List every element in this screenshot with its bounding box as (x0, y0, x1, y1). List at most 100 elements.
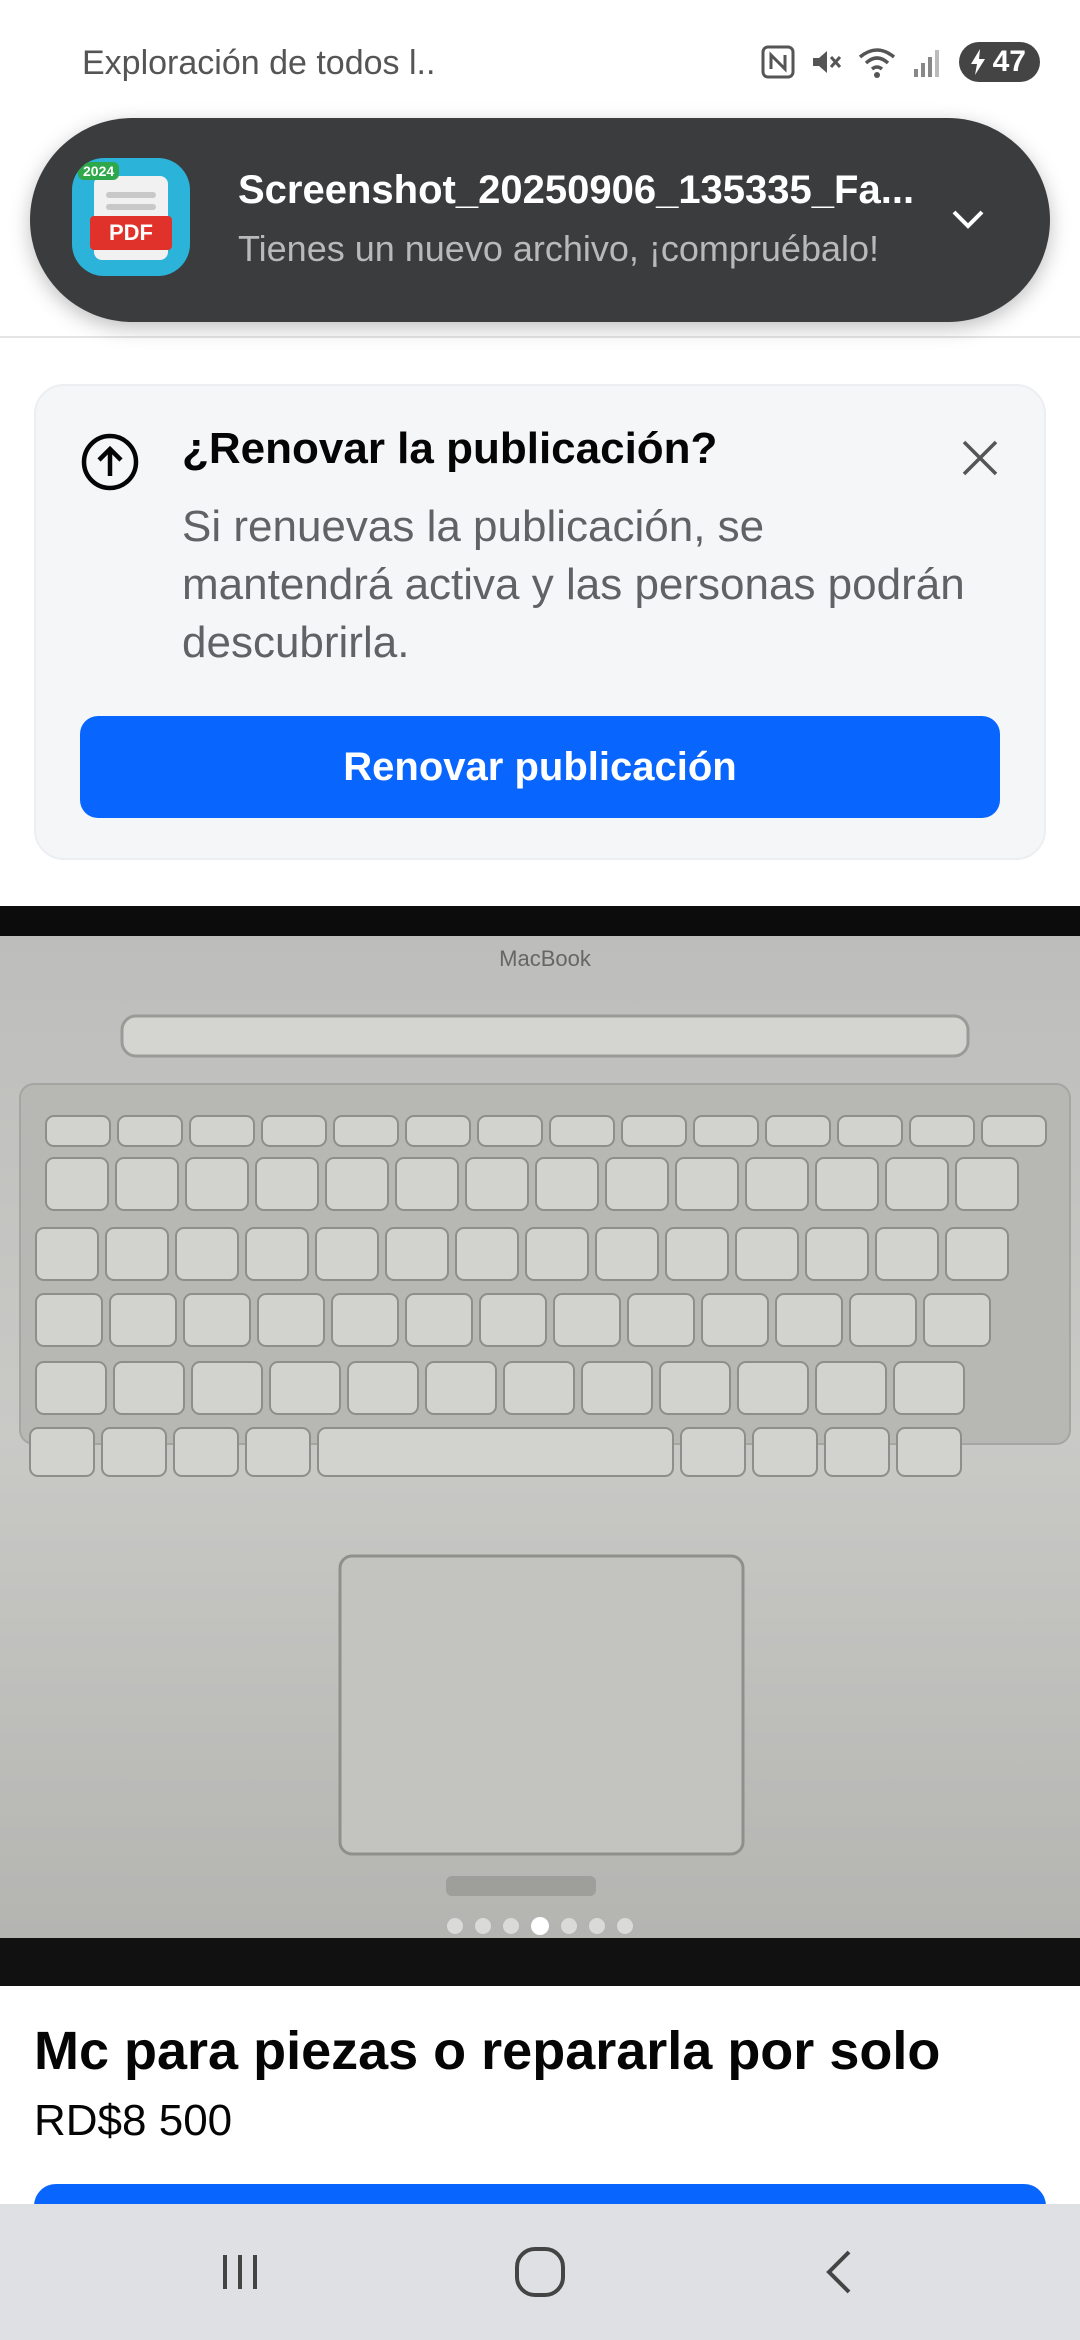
battery-level: 47 (992, 45, 1026, 78)
keyboard-key (553, 1293, 621, 1347)
keyboard-key (675, 1157, 739, 1211)
keyboard-key (245, 1227, 309, 1281)
keyboard-key (737, 1361, 809, 1415)
keyboard-key (245, 1427, 311, 1477)
keyboard-key (109, 1293, 177, 1347)
carousel-dot (503, 1918, 519, 1934)
renew-listing-card: ¿Renovar la publicación? Si renuevas la … (34, 384, 1046, 860)
keyboard-key (465, 1157, 529, 1211)
keyboard-key (35, 1293, 103, 1347)
back-button[interactable] (780, 2204, 900, 2340)
keyboard-key (45, 1115, 111, 1147)
keyboard-key (535, 1157, 599, 1211)
keyboard-key (347, 1361, 419, 1415)
keyboard-key (115, 1157, 179, 1211)
recent-apps-button[interactable] (180, 2204, 300, 2340)
keyboard-key (665, 1227, 729, 1281)
renew-title: ¿Renovar la publicación? (182, 424, 718, 473)
keyboard-key (824, 1427, 890, 1477)
keyboard-key (325, 1157, 389, 1211)
keyboard-key (183, 1293, 251, 1347)
keyboard-key (849, 1293, 917, 1347)
status-icons: 47 (761, 40, 1040, 84)
keyboard-key (752, 1427, 818, 1477)
keyboard-key (955, 1157, 1019, 1211)
keyboard-key (477, 1115, 543, 1147)
keyboard-key (405, 1115, 471, 1147)
carousel-dot (617, 1918, 633, 1934)
screen: Exploración de todos l.. 47 PDF 2024 Scr… (0, 0, 1080, 2340)
charging-icon (970, 49, 985, 75)
keyboard-key (255, 1157, 319, 1211)
keyboard-key (333, 1115, 399, 1147)
keyboard-key (605, 1157, 669, 1211)
keyboard-key (315, 1227, 379, 1281)
keyboard-key (269, 1361, 341, 1415)
keyboard-key (775, 1293, 843, 1347)
nfc-icon (761, 45, 795, 79)
keyboard-key (701, 1293, 769, 1347)
keyboard-key (581, 1361, 653, 1415)
keyboard-key (893, 1361, 965, 1415)
keyboard-key (189, 1115, 255, 1147)
notification-title: Screenshot_20250906_135335_Fa... (238, 168, 915, 212)
carousel-dot (531, 1917, 549, 1935)
keyboard-key (113, 1361, 185, 1415)
renew-description: Si renuevas la publicación, se mantendrá… (182, 502, 965, 667)
document-line (106, 192, 156, 198)
pdf-tag: PDF (90, 216, 172, 250)
keyboard-key (101, 1427, 167, 1477)
home-button[interactable] (480, 2204, 600, 2340)
renew-listing-button[interactable]: Renovar publicación (80, 716, 1000, 818)
keyboard-key (621, 1115, 687, 1147)
status-notification-text: Exploración de todos l.. (82, 44, 436, 82)
home-icon (515, 2247, 565, 2297)
keyboard-key (257, 1293, 325, 1347)
keyboard-key (923, 1293, 991, 1347)
keyboard-key (815, 1361, 887, 1415)
file-notification[interactable]: PDF 2024 Screenshot_20250906_135335_Fa..… (30, 118, 1050, 322)
keyboard-key (29, 1427, 95, 1477)
keyboard-key (815, 1157, 879, 1211)
carousel-dot (561, 1918, 577, 1934)
battery-indicator: 47 (958, 42, 1040, 82)
macbook-brand-text: MacBook (499, 946, 592, 971)
chevron-down-icon[interactable] (948, 198, 988, 238)
status-bar: Exploración de todos l.. 47 (0, 0, 1080, 120)
keyboard-key (385, 1227, 449, 1281)
listing-photo[interactable]: MacBook (0, 906, 1080, 1986)
listing-title: Mc para piezas o repararla por solo (34, 2021, 941, 2081)
back-icon (826, 2250, 851, 2294)
carousel-dot (589, 1918, 605, 1934)
keyboard-key (395, 1157, 459, 1211)
arrow-up-circle-icon (81, 433, 139, 491)
close-icon[interactable] (960, 438, 1000, 478)
keyboard-key (745, 1157, 809, 1211)
keyboard-key (35, 1361, 107, 1415)
keyboard-key (455, 1227, 519, 1281)
keyboard-key (331, 1293, 399, 1347)
keyboard-key (885, 1157, 949, 1211)
keyboard-key (896, 1427, 962, 1477)
keyboard-key (680, 1427, 746, 1477)
document-line (106, 204, 156, 210)
keyboard-key (765, 1115, 831, 1147)
keyboard-key (735, 1227, 799, 1281)
keyboard-key (693, 1115, 759, 1147)
keyboard-key (191, 1361, 263, 1415)
carousel-dot (475, 1918, 491, 1934)
keyboard-key (317, 1427, 674, 1477)
keyboard-key (185, 1157, 249, 1211)
keyboard-key (627, 1293, 695, 1347)
keyboard-key (35, 1227, 99, 1281)
keyboard-key (105, 1227, 169, 1281)
keyboard-key (875, 1227, 939, 1281)
keyboard-key (909, 1115, 975, 1147)
carousel-indicator (0, 1917, 1080, 1948)
keyboard-key (175, 1227, 239, 1281)
keyboard-key (659, 1361, 731, 1415)
keyboard-key (595, 1227, 659, 1281)
wifi-icon (858, 48, 895, 78)
keyboard-key (479, 1293, 547, 1347)
listing-price: RD$8 500 (34, 2096, 233, 2145)
